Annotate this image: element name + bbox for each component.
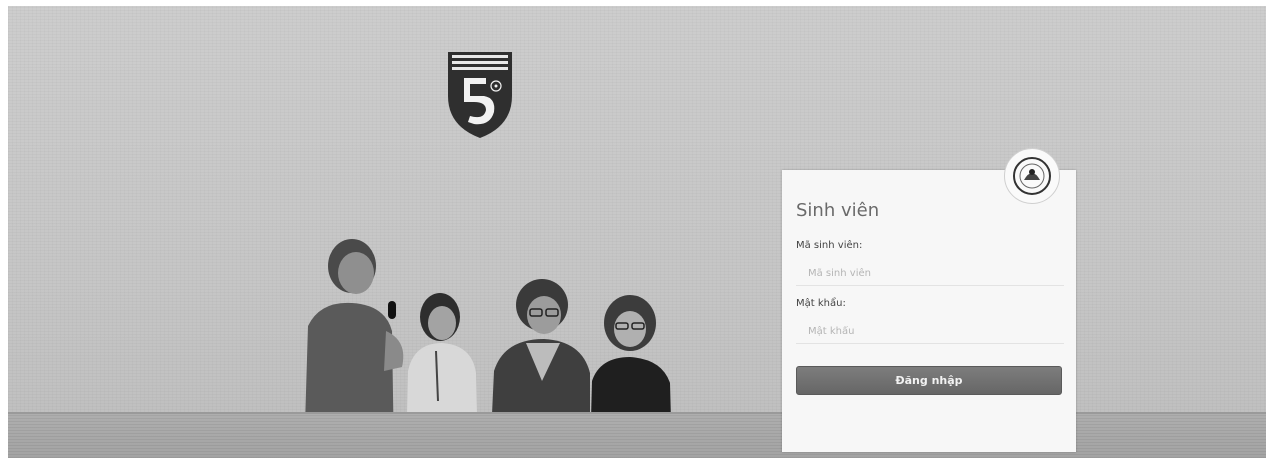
password-input[interactable] (796, 320, 1064, 344)
club-badge-icon (1013, 157, 1051, 195)
login-page-background (8, 6, 1266, 458)
password-label: Mật khẩu: (796, 298, 846, 309)
floor-strip (8, 412, 1266, 458)
club-badge-logo (1004, 148, 1060, 204)
university-crest-logo (448, 52, 512, 138)
login-title: Sinh viên (796, 200, 880, 221)
login-button[interactable]: Đăng nhập (796, 366, 1062, 395)
student-id-label: Mã sinh viên: (796, 240, 863, 251)
student-id-input[interactable] (796, 262, 1064, 286)
login-card: Sinh viên Mã sinh viên: Mật khẩu: Đăng n… (782, 170, 1076, 452)
